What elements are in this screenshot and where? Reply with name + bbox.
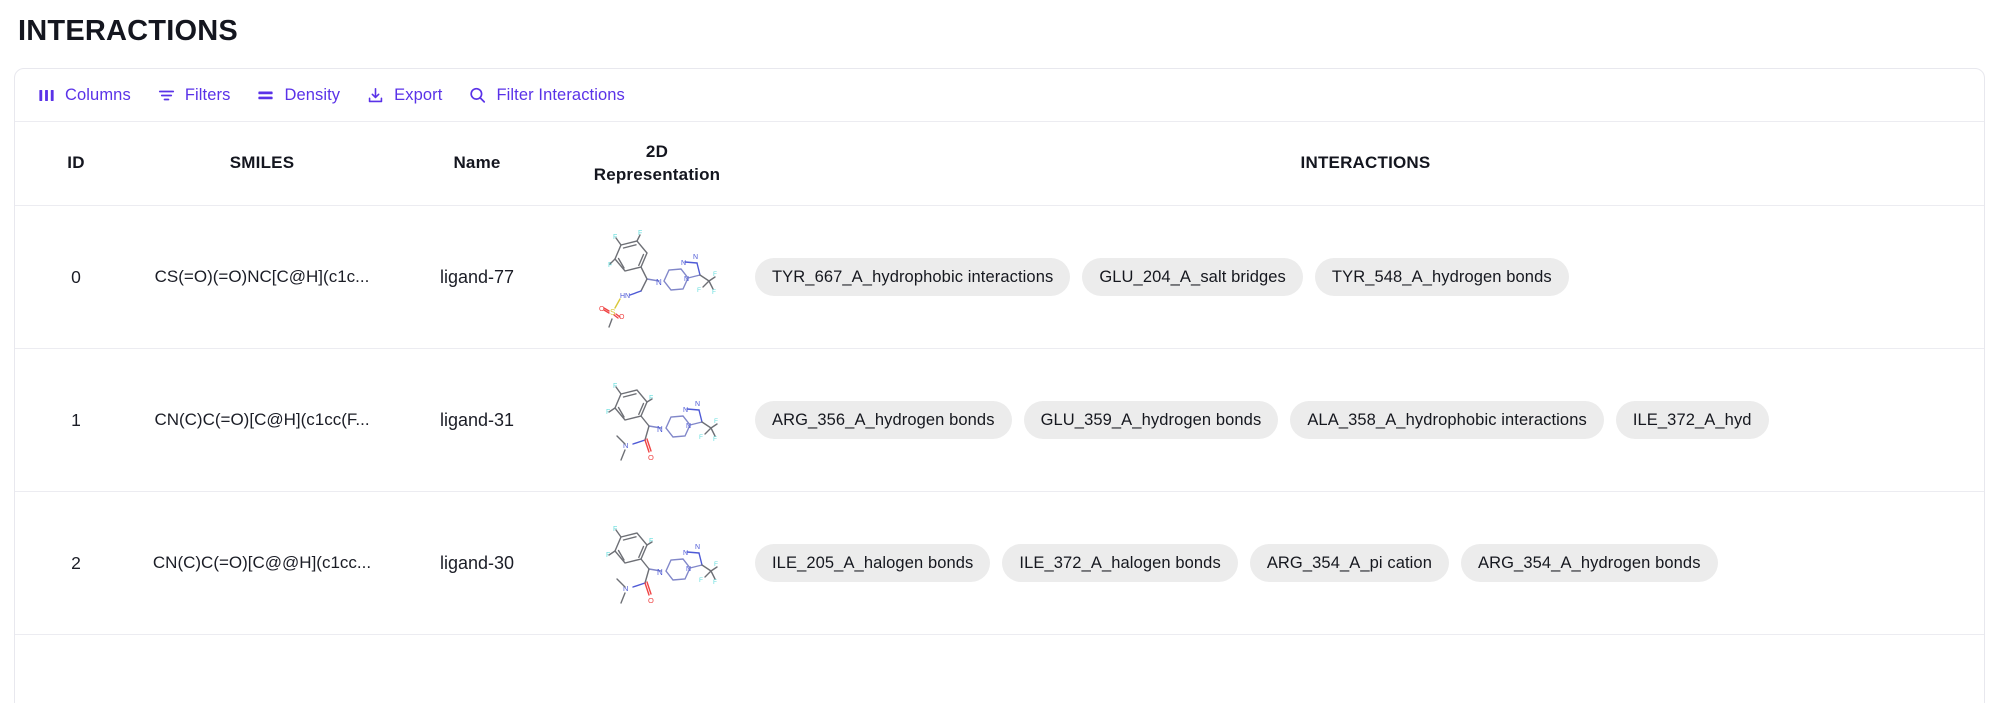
cell-2d-representation: F F F N N N N F F F HN S O O [567,206,747,348]
interactions-data-grid: Columns Filters Density Export Filter In… [14,68,1985,703]
cell-interactions: ARG_356_A_hydrogen bonds GLU_359_A_hydro… [747,349,1984,491]
cell-interactions [747,635,1984,703]
density-button[interactable]: Density [246,80,350,111]
cell-interactions: ILE_205_A_halogen bonds ILE_372_A_haloge… [747,492,1984,634]
cell-2d-representation: F F F N N N N F F F N O [567,492,747,634]
svg-text:N: N [686,566,691,573]
filters-button-label: Filters [184,85,231,104]
cell-name: ligand-77 [439,266,515,287]
svg-text:N: N [695,401,700,408]
svg-text:F: F [713,436,717,443]
svg-text:N: N [686,423,691,430]
column-header-2d-representation[interactable]: 2D Representation [567,141,747,187]
interactions-page: INTERACTIONS Columns Filters Density Exp… [0,0,1999,703]
column-header-interactions[interactable]: INTERACTIONS [747,152,1984,175]
filter-interactions-button[interactable]: Filter Interactions [458,80,634,111]
svg-text:N: N [656,278,662,287]
svg-text:F: F [606,552,610,559]
svg-text:N: N [695,544,700,551]
grid-toolbar: Columns Filters Density Export Filter In… [15,69,1984,121]
page-title: INTERACTIONS [18,15,238,47]
cell-id: 1 [71,409,81,430]
cell-id: 0 [71,266,81,287]
cell-name: ligand-31 [439,409,515,430]
svg-text:F: F [713,271,717,278]
svg-text:N: N [657,425,663,434]
svg-text:N: N [683,407,688,414]
interaction-chip[interactable]: ARG_354_A_pi cation [1249,544,1449,582]
columns-button[interactable]: Columns [27,80,141,111]
table-header-row: ID SMILES Name 2D Representation INTERAC… [15,121,1984,206]
cell-smiles [137,635,387,703]
column-header-2d-line2: Representation [593,164,721,184]
molecule-structure-icon: F F F N N N N F F F HN S O O [599,230,717,328]
cell-smiles: CN(C)C(=O)[C@@H](c1cc... [152,553,372,572]
svg-text:N: N [683,550,688,557]
interaction-chip[interactable]: ILE_372_A_hyd [1615,401,1769,439]
column-header-name[interactable]: Name [387,152,567,175]
cell-2d-representation: F F F N N N N F F F N O [567,349,747,491]
molecule-structure-icon: F F F N N N N F F F N O [606,383,718,462]
search-icon [468,86,487,105]
interaction-chip[interactable]: ILE_372_A_halogen bonds [1002,544,1238,582]
svg-text:HN: HN [620,293,630,300]
cell-id: 2 [71,552,81,573]
interaction-chip[interactable]: ALA_358_A_hydrophobic interactions [1290,401,1604,439]
svg-text:F: F [699,577,703,584]
table-row[interactable]: 2 CN(C)C(=O)[C@@H](c1cc... ligand-30 F F… [15,492,1984,635]
svg-text:F: F [714,561,718,568]
interaction-chip[interactable]: GLU_359_A_hydrogen bonds [1023,401,1279,439]
export-button-label: Export [394,85,443,104]
filters-icon [157,86,176,105]
table-row[interactable] [15,635,1984,703]
svg-text:F: F [699,434,703,441]
cell-2d-representation [567,635,747,703]
interaction-chip[interactable]: ARG_354_A_hydrogen bonds [1461,544,1718,582]
svg-text:O: O [648,453,654,462]
columns-button-label: Columns [65,85,131,104]
density-button-label: Density [284,85,341,104]
cell-smiles: CS(=O)(=O)NC[C@H](c1c... [154,267,370,286]
filter-interactions-button-label: Filter Interactions [496,85,625,104]
svg-text:N: N [681,260,686,267]
molecule-structure-icon: F F F N N N N F F F N O [606,526,718,605]
svg-text:N: N [684,276,689,283]
column-header-2d-line1: 2D [645,141,669,161]
svg-text:F: F [714,418,718,425]
interaction-chip[interactable]: TYR_548_A_hydrogen bonds [1314,258,1569,296]
interaction-chip[interactable]: ILE_205_A_halogen bonds [755,544,991,582]
interaction-chip[interactable]: ARG_356_A_hydrogen bonds [755,401,1012,439]
columns-icon [37,86,56,105]
table-row[interactable]: 1 CN(C)C(=O)[C@H](c1cc(F... ligand-31 F … [15,349,1984,492]
interaction-chip[interactable]: GLU_204_A_salt bridges [1082,258,1303,296]
svg-text:F: F [606,409,610,416]
export-icon [366,86,385,105]
cell-id [15,635,137,703]
svg-text:N: N [657,568,663,577]
cell-name: ligand-30 [439,552,515,573]
cell-interactions: TYR_667_A_hydrophobic interactions GLU_2… [747,206,1984,348]
column-header-id[interactable]: ID [15,152,137,175]
density-icon [256,86,275,105]
svg-text:F: F [697,287,701,294]
cell-name [387,635,567,703]
export-button[interactable]: Export [356,80,452,111]
filters-button[interactable]: Filters [147,80,241,111]
svg-text:O: O [648,596,654,605]
svg-text:N: N [693,254,698,261]
interaction-chip[interactable]: TYR_667_A_hydrophobic interactions [755,258,1071,296]
svg-text:F: F [713,579,717,586]
column-header-smiles[interactable]: SMILES [137,152,387,175]
svg-text:F: F [712,289,716,296]
table-row[interactable]: 0 CS(=O)(=O)NC[C@H](c1c... ligand-77 F F… [15,206,1984,349]
cell-smiles: CN(C)C(=O)[C@H](c1cc(F... [154,410,370,429]
